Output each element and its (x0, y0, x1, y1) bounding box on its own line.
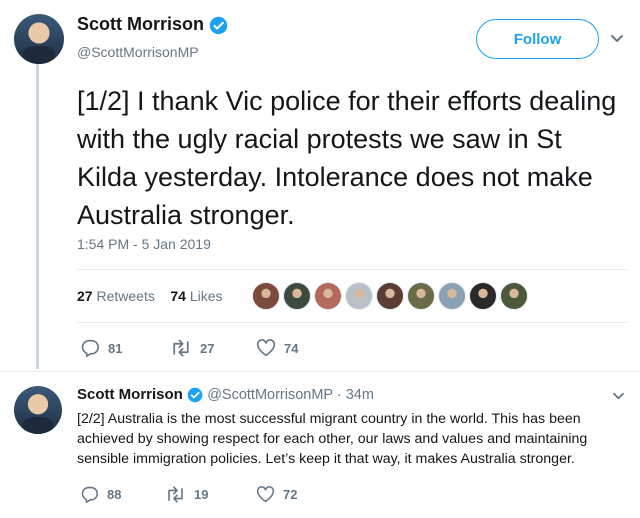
chevron-down-icon[interactable] (612, 392, 625, 401)
liker-avatar[interactable] (500, 282, 528, 310)
reply-retweet-button[interactable]: 19 (165, 486, 208, 503)
reply-retweet-count: 19 (194, 487, 209, 502)
author-handle[interactable]: @ScottMorrisonMP (77, 44, 199, 60)
verified-icon (187, 387, 203, 403)
tweet-text: [1/2] I thank Vic police for their effor… (77, 86, 617, 230)
retweet-icon (168, 486, 183, 503)
author-name-text[interactable]: Scott Morrison (77, 14, 204, 34)
likes-label: Likes (189, 288, 223, 304)
tweet-separator (0, 371, 640, 372)
divider-bottom (77, 322, 628, 323)
retweet-count: 27 (200, 340, 215, 356)
reply-reply-button[interactable]: 88 (80, 486, 121, 503)
reply-count: 81 (108, 340, 123, 356)
tweet-timestamp[interactable]: 1:54 PM - 5 Jan 2019 (77, 236, 211, 252)
liker-avatar[interactable] (314, 282, 342, 310)
tweet-stats: 27 Retweets 74 Likes (77, 288, 223, 304)
chevron-down-icon[interactable] (610, 34, 624, 44)
like-button[interactable]: 74 (256, 339, 298, 357)
reply-time[interactable]: · 34m (337, 387, 374, 403)
likes-count: 74 (170, 288, 186, 304)
reply-text: [2/2] Australia is the most successful m… (77, 411, 588, 467)
like-icon (256, 339, 276, 357)
verified-icon (209, 16, 228, 34)
retweet-button[interactable]: 27 (170, 339, 214, 357)
reply-author-name[interactable]: Scott Morrison @ScottMorrisonMP · 34m (77, 386, 374, 403)
liker-avatar[interactable] (252, 282, 280, 310)
liker-avatar[interactable] (376, 282, 404, 310)
reply-button[interactable]: 81 (80, 339, 122, 357)
like-icon (256, 486, 275, 503)
retweets-count: 27 (77, 288, 93, 304)
reply-icon (81, 339, 99, 357)
reply-like-button[interactable]: 72 (256, 486, 297, 503)
follow-button[interactable]: Follow (476, 19, 599, 59)
liker-avatar[interactable] (469, 282, 497, 310)
like-count: 74 (284, 340, 299, 356)
retweets-stat[interactable]: 27 Retweets (77, 288, 155, 304)
likes-stat[interactable]: 74 Likes (170, 288, 222, 304)
author-avatar[interactable] (14, 14, 64, 64)
reply-like-count: 72 (283, 487, 298, 502)
retweet-icon (173, 339, 189, 357)
liker-avatar[interactable] (345, 282, 373, 310)
thread-line (36, 64, 39, 369)
liker-avatar[interactable] (283, 282, 311, 310)
retweets-label: Retweets (96, 288, 155, 304)
liker-avatar[interactable] (438, 282, 466, 310)
reply-author-avatar[interactable] (14, 386, 62, 434)
reply-reply-count: 88 (107, 487, 122, 502)
divider-top (77, 269, 628, 270)
reply-author-handle[interactable]: @ScottMorrisonMP (207, 387, 333, 403)
reply-icon (81, 486, 98, 503)
liker-avatar[interactable] (407, 282, 435, 310)
author-name[interactable]: Scott Morrison (77, 14, 228, 35)
reply-author-name-text[interactable]: Scott Morrison (77, 386, 183, 403)
reply-meta: @ScottMorrisonMP · 34m (207, 387, 374, 403)
